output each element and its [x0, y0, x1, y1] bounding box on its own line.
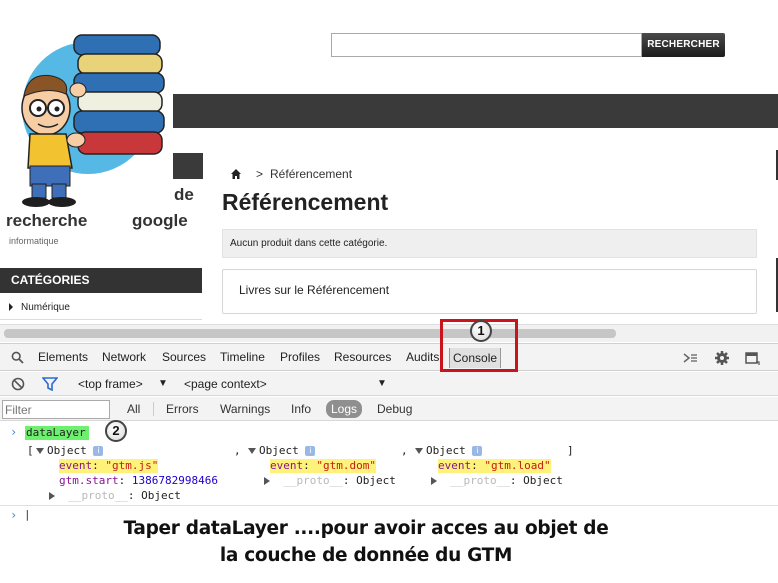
level-info[interactable]: Info — [291, 400, 311, 418]
expand-triangle-icon[interactable] — [431, 477, 437, 485]
frame-select[interactable]: <top frame> — [78, 372, 143, 396]
object-info-icon: i — [93, 446, 104, 456]
breadcrumb: > Référencement — [230, 167, 352, 181]
breadcrumb-separator: > — [256, 167, 264, 181]
site-title-part: recherche — [6, 211, 88, 230]
dock-icon[interactable] — [744, 350, 760, 366]
console-filter-input[interactable] — [2, 400, 110, 419]
console-input-divider — [0, 505, 778, 506]
tab-network[interactable]: Network — [102, 344, 146, 371]
object-3-event-property: event: "gtm.load" — [438, 459, 551, 473]
chevron-down-icon[interactable]: ▼ — [158, 372, 168, 396]
level-errors[interactable]: Errors — [166, 400, 199, 418]
level-warnings[interactable]: Warnings — [220, 400, 270, 418]
array-close-bracket: ] — [567, 444, 574, 457]
subcategory-link[interactable]: Livres sur le Référencement — [222, 269, 757, 314]
object-1-header[interactable]: Object i — [36, 444, 104, 458]
object-3-proto[interactable]: __proto__: Object — [431, 474, 563, 488]
expand-triangle-icon[interactable] — [415, 448, 423, 454]
filter-funnel-icon[interactable] — [42, 377, 58, 391]
tab-resources[interactable]: Resources — [334, 344, 391, 371]
tab-sources[interactable]: Sources — [162, 344, 206, 371]
level-logs[interactable]: Logs — [326, 400, 363, 418]
tab-timeline[interactable]: Timeline — [220, 344, 265, 371]
tab-audits[interactable]: Audits — [406, 344, 439, 371]
site-title-part: google — [132, 211, 188, 230]
caption-line-2: la couche de donnée du GTM — [219, 545, 513, 566]
search-icon[interactable] — [11, 351, 24, 364]
level-debug[interactable]: Debug — [377, 400, 412, 418]
breadcrumb-current: Référencement — [270, 167, 353, 181]
array-open-bracket: [ — [27, 444, 34, 457]
console-filter-bar: All Errors Warnings Info Logs Debug — [0, 397, 778, 421]
annotation-marker-1: 1 — [470, 320, 492, 342]
console-command: dataLayer — [25, 426, 89, 440]
devtools-tab-bar: Elements Network Sources Timeline Profil… — [0, 343, 778, 371]
clear-console-icon[interactable] — [11, 377, 25, 391]
empty-category-alert: Aucun produit dans cette catégorie. — [222, 229, 757, 258]
category-item-numerique[interactable]: Numérique — [0, 296, 202, 320]
caption-line-1: Taper dataLayer ....pour avoir acces au … — [123, 518, 609, 539]
object-2-header[interactable]: Object i — [248, 444, 316, 458]
level-separator — [153, 402, 154, 416]
scrollbar-thumb[interactable] — [4, 329, 616, 338]
prompt-chevron-icon: › — [10, 425, 18, 439]
level-all[interactable]: All — [127, 400, 140, 418]
categories-header: CATÉGORIES — [0, 268, 202, 293]
console-context-bar: <top frame> ▼ <page context> ▼ — [0, 372, 778, 396]
home-icon[interactable] — [230, 168, 242, 180]
tab-elements[interactable]: Elements — [38, 344, 88, 371]
site-title-part: de — [174, 185, 194, 204]
object-1-gtm-start: gtm.start: 1386782998466 — [59, 474, 218, 487]
chevron-down-icon[interactable]: ▼ — [377, 372, 387, 396]
settings-gear-icon[interactable] — [714, 350, 730, 366]
annotation-marker-2: 2 — [105, 420, 127, 442]
object-1-event-property: event: "gtm.js" — [59, 459, 159, 473]
object-info-icon: i — [472, 446, 483, 456]
object-info-icon: i — [305, 446, 316, 456]
caret-right-icon — [9, 303, 13, 312]
object-2-proto[interactable]: __proto__: Object — [264, 474, 396, 488]
site-tagline: informatique — [9, 236, 59, 246]
tab-profiles[interactable]: Profiles — [280, 344, 320, 371]
logo-boy-with-books — [21, 34, 165, 207]
search-input[interactable] — [331, 33, 642, 57]
expand-triangle-icon[interactable] — [248, 448, 256, 454]
expand-triangle-icon[interactable] — [49, 492, 55, 500]
category-label: Numérique — [21, 302, 70, 313]
drawer-toggle-icon[interactable] — [682, 350, 698, 366]
object-3-header[interactable]: Object i — [415, 444, 483, 458]
menu-box — [173, 153, 203, 179]
expand-triangle-icon[interactable] — [264, 477, 270, 485]
page-title: Référencement — [222, 189, 389, 215]
object-2-event-property: event: "gtm.dom" — [270, 459, 376, 473]
object-1-proto[interactable]: __proto__: Object — [49, 489, 181, 503]
expand-triangle-icon[interactable] — [36, 448, 44, 454]
search-button[interactable]: RECHERCHER — [642, 33, 725, 57]
array-comma: , — [234, 444, 241, 457]
horizontal-scrollbar[interactable] — [0, 324, 778, 342]
context-select[interactable]: <page context> — [184, 372, 267, 396]
array-comma: , — [401, 444, 408, 457]
top-navigation-bar — [173, 94, 778, 128]
